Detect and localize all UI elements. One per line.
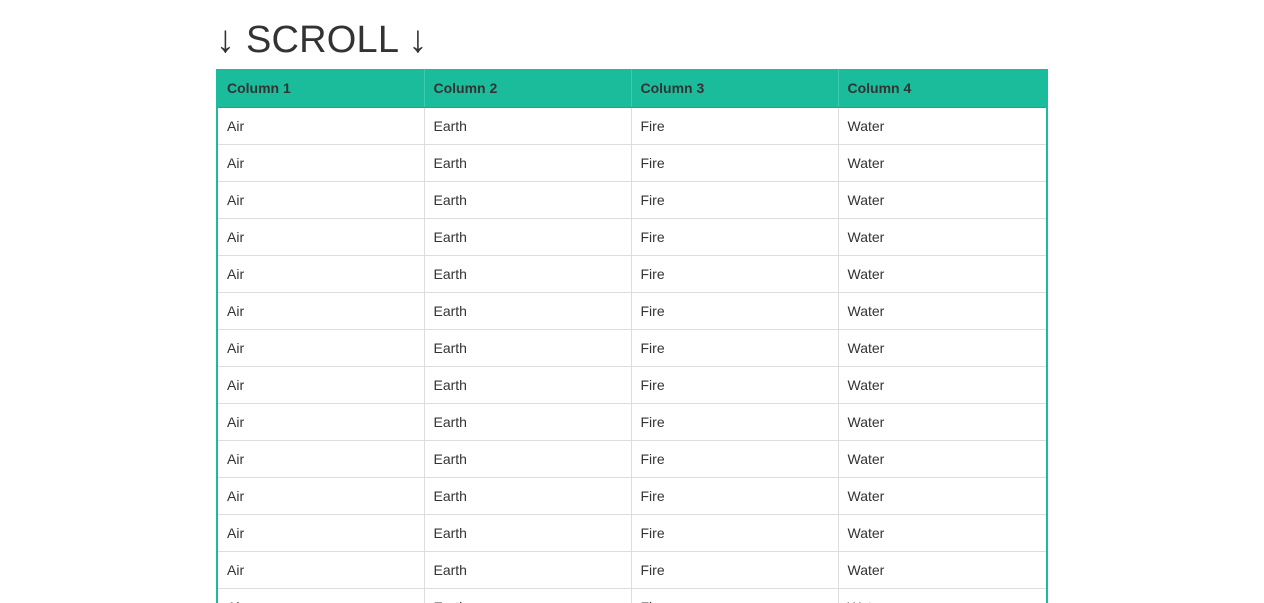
table-cell: Earth [423, 477, 631, 515]
table-cell: Fire [630, 255, 838, 293]
table-cell: Air [217, 403, 424, 441]
table-cell: Water [837, 255, 1047, 293]
table-body: Air Earth Fire Water Air Earth Fire Water Air Ear… [217, 107, 1047, 603]
table-cell: Fire [630, 440, 838, 478]
table-cell: Water [837, 329, 1047, 367]
table-header: Column 1 Column 2 Column 3 Column 4 [217, 69, 1047, 108]
table-cell: Water [837, 588, 1047, 603]
table-cell: Fire [630, 551, 838, 589]
table-row: AirEarthFireWater [217, 403, 1047, 441]
table-cell: Earth [423, 329, 631, 367]
table-cell: Earth [423, 144, 631, 182]
table-cell: Fire [630, 292, 838, 330]
table-cell: Air [217, 218, 424, 256]
table-cell: Water [837, 292, 1047, 330]
table-cell: Earth [423, 403, 631, 441]
table-cell: Air [217, 477, 424, 515]
table-cell: Air [217, 366, 424, 404]
column-header-3: Column 3 [630, 69, 838, 108]
table-cell: Fire [630, 366, 838, 404]
table-cell: Fire [630, 403, 838, 441]
column-header-4: Column 4 [837, 69, 1047, 108]
table-row: AirEarthFireWater [217, 588, 1047, 603]
table-cell: Air [217, 292, 424, 330]
table-cell: Air [217, 255, 424, 293]
table-cell: Air [217, 588, 424, 603]
page: ↓ SCROLL ↓ Column 1 Column 2 Column 3 Co… [0, 0, 1264, 603]
table-cell: Air [217, 107, 424, 145]
table-cell: Earth [423, 588, 631, 603]
table-cell: Water [837, 181, 1047, 219]
table-cell: Fire [630, 514, 838, 552]
scroll-heading: ↓ SCROLL ↓ [216, 19, 428, 61]
table-cell: Earth [423, 218, 631, 256]
table-cell: Earth [423, 255, 631, 293]
table-row: AirEarthFireWater [217, 477, 1047, 515]
table-cell: Water [837, 477, 1047, 515]
table-row: AirEarthFireWater [217, 551, 1047, 589]
table-scroll-container[interactable]: Column 1 Column 2 Column 3 Column 4 Air E… [216, 69, 1048, 603]
table-cell: Air [217, 551, 424, 589]
table-cell: Air [217, 181, 424, 219]
table-row: AirEarthFireWater [217, 255, 1047, 293]
data-table: Column 1 Column 2 Column 3 Column 4 Air E… [216, 69, 1048, 603]
header-row: Column 1 Column 2 Column 3 Column 4 [217, 69, 1047, 108]
table-row: AirEarthFireWater [217, 514, 1047, 552]
table-row: AirEarthFireWater [217, 292, 1047, 330]
table-row: AirEarthFireWater [217, 218, 1047, 256]
table-cell: Earth [423, 292, 631, 330]
table-cell: Water [837, 403, 1047, 441]
table-cell: Water [837, 514, 1047, 552]
table-row: AirEarthFireWater [217, 107, 1047, 145]
table-cell: Fire [630, 218, 838, 256]
table-row: AirEarthFireWater [217, 366, 1047, 404]
table-row: AirEarthFireWater [217, 440, 1047, 478]
table-cell: Air [217, 440, 424, 478]
table-cell: Fire [630, 477, 838, 515]
table-cell: Fire [630, 588, 838, 603]
table-cell: Air [217, 144, 424, 182]
column-header-2: Column 2 [423, 69, 631, 108]
table-cell: Water [837, 440, 1047, 478]
table-cell: Earth [423, 440, 631, 478]
table-cell: Water [837, 144, 1047, 182]
table-cell: Fire [630, 329, 838, 367]
table-cell: Fire [630, 107, 838, 145]
table-cell: Air [217, 329, 424, 367]
table-row: AirEarthFireWater [217, 144, 1047, 182]
table-row: AirEarthFireWater [217, 329, 1047, 367]
table-cell: Air [217, 514, 424, 552]
table-cell: Water [837, 551, 1047, 589]
table-cell: Earth [423, 107, 631, 145]
table-cell: Earth [423, 181, 631, 219]
table-cell: Earth [423, 366, 631, 404]
column-header-1: Column 1 [217, 69, 424, 108]
table-cell: Earth [423, 551, 631, 589]
table-cell: Water [837, 218, 1047, 256]
table-cell: Earth [423, 514, 631, 552]
table-cell: Water [837, 107, 1047, 145]
table-cell: Water [837, 366, 1047, 404]
table-cell: Fire [630, 144, 838, 182]
table-cell: Fire [630, 181, 838, 219]
table-row: AirEarthFireWater [217, 181, 1047, 219]
